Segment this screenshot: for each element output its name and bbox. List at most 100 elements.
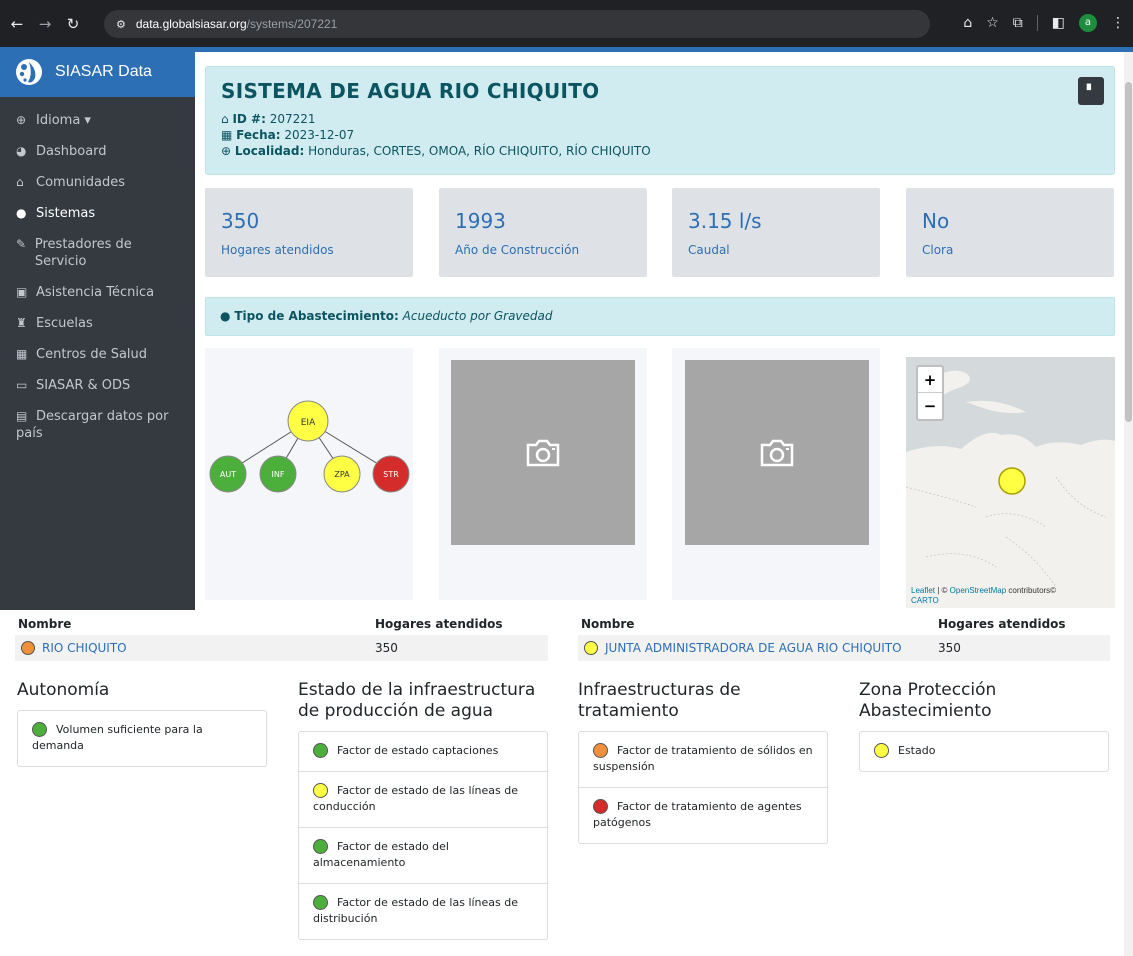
stat-label: Clora bbox=[922, 243, 954, 257]
extensions-icon[interactable]: ⧉ bbox=[1013, 15, 1023, 31]
location-map[interactable]: + − Leaflet | © OpenStreetMap contributo… bbox=[906, 357, 1115, 608]
sidebar-item-label: Comunidades bbox=[36, 175, 126, 190]
status-dot bbox=[32, 721, 47, 737]
reload-icon[interactable]: ↻ bbox=[62, 15, 84, 33]
brand[interactable]: SIASAR Data bbox=[0, 47, 195, 97]
hogares-value: 350 bbox=[375, 641, 398, 655]
svg-text:STR: STR bbox=[383, 470, 399, 479]
address-bar[interactable]: ⚙ data.globalsiasar.org/systems/207221 bbox=[104, 10, 930, 38]
sidebar-item-sistemas[interactable]: ● Sistemas bbox=[0, 198, 195, 229]
tree-node-aut[interactable]: AUT bbox=[209, 455, 247, 493]
map-zoom-control: + − bbox=[916, 365, 944, 421]
status-dot bbox=[313, 782, 328, 798]
leaflet-link[interactable]: Leaflet bbox=[911, 586, 935, 595]
column-header-hogares: Hogares atendidos bbox=[938, 617, 1066, 631]
forward-arrow-icon[interactable]: → bbox=[34, 15, 56, 33]
indicator-item: Estado bbox=[860, 732, 1108, 771]
sidebar-item-descargar[interactable]: ▤ Descargar datos por país bbox=[0, 401, 195, 449]
sidebar-item-label: Centros de Salud bbox=[36, 347, 148, 362]
indicator-title: Estado de la infraestructura de producci… bbox=[298, 680, 536, 721]
sidebar-item-label: Prestadores de Servicio bbox=[34, 237, 132, 269]
back-arrow-icon[interactable]: ← bbox=[6, 15, 28, 33]
kebab-menu-icon[interactable]: ⋮ bbox=[1111, 15, 1125, 31]
system-location: ⊕ Localidad: Honduras, CORTES, OMOA, RÍO… bbox=[221, 144, 651, 158]
url-host: data.globalsiasar.org bbox=[135, 17, 247, 31]
map-attribution: Leaflet | © OpenStreetMap contributors© … bbox=[911, 586, 1057, 605]
stat-ano-construccion: 1993 Año de Construcción bbox=[439, 188, 647, 277]
indicator-title: Autonomía bbox=[17, 680, 110, 700]
photo-placeholder[interactable] bbox=[451, 360, 635, 545]
stat-value: 3.15 l/s bbox=[688, 209, 762, 233]
column-header-hogares: Hogares atendidos bbox=[375, 617, 503, 631]
stat-value: 350 bbox=[221, 209, 260, 233]
sidebar-item-escuelas[interactable]: ♜ Escuelas bbox=[0, 308, 195, 339]
siasar-logo-icon bbox=[16, 59, 42, 85]
indicator-list: Estado bbox=[859, 731, 1109, 772]
site-info-icon[interactable]: ⚙ bbox=[116, 18, 126, 31]
page-scrollbar[interactable] bbox=[1124, 52, 1133, 956]
zoom-out-button[interactable]: − bbox=[918, 393, 942, 419]
profile-avatar[interactable]: a bbox=[1079, 14, 1097, 32]
tree-node-inf[interactable]: INF bbox=[259, 455, 297, 493]
pdf-icon: ▘ bbox=[1086, 84, 1096, 97]
stat-clora: No Clora bbox=[906, 188, 1114, 277]
sidebar-item-label: SIASAR & ODS bbox=[36, 378, 131, 393]
hospital-icon: ▦ bbox=[16, 347, 28, 361]
status-dot bbox=[313, 838, 328, 854]
map-marker[interactable] bbox=[998, 467, 1026, 495]
zoom-in-button[interactable]: + bbox=[918, 367, 942, 393]
sidebar-item-comunidades[interactable]: ⌂ Comunidades bbox=[0, 167, 195, 198]
svg-text:ZPA: ZPA bbox=[334, 470, 350, 479]
indicator-tratamiento: Infraestructuras de tratamiento Factor d… bbox=[578, 680, 828, 844]
indicator-list: Volumen suficiente para la demanda bbox=[17, 710, 267, 767]
monitor-icon: ▭ bbox=[16, 378, 28, 392]
globe-icon: ⊕ bbox=[221, 144, 235, 158]
scrollbar-thumb[interactable] bbox=[1125, 82, 1132, 422]
status-dot bbox=[584, 641, 598, 656]
status-dot bbox=[874, 742, 889, 758]
sidebar-item-prestadores[interactable]: ✎ Prestadores de Servicio bbox=[0, 229, 195, 277]
sidebar: SIASAR Data ⊕ Idioma ▾ ◕ Dashboard ⌂ Comuni… bbox=[0, 47, 195, 610]
brand-name: SIASAR Data bbox=[55, 63, 152, 80]
indicator-item: Factor de estado captaciones bbox=[299, 732, 547, 772]
indicator-item: Factor de estado de las líneas de conduc… bbox=[299, 772, 547, 828]
indicator-item: Factor de estado del almacenamiento bbox=[299, 828, 547, 884]
indicator-item: Factor de estado de las líneas de distri… bbox=[313, 894, 519, 925]
sidepanel-icon[interactable]: ◧ bbox=[1052, 15, 1065, 31]
svg-text:INF: INF bbox=[272, 470, 285, 479]
wrench-icon: ✎ bbox=[16, 237, 27, 251]
sidebar-item-dashboard[interactable]: ◕ Dashboard bbox=[0, 136, 195, 167]
providers-table: Nombre Hogares atendidos JUNTA ADMINISTR… bbox=[578, 613, 1110, 661]
provider-link[interactable]: JUNTA ADMINISTRADORA DE AGUA RIO CHIQUIT… bbox=[605, 641, 902, 655]
stat-label: Hogares atendidos bbox=[221, 243, 334, 257]
status-dot bbox=[313, 742, 328, 758]
indicator-autonomia: Autonomía Volumen suficiente para la dem… bbox=[17, 680, 267, 767]
photo-placeholder[interactable] bbox=[685, 360, 869, 545]
pdf-download-button[interactable]: ▘ bbox=[1078, 77, 1104, 105]
community-link[interactable]: RIO CHIQUITO bbox=[42, 641, 127, 655]
table-header: Nombre Hogares atendidos bbox=[578, 613, 1110, 635]
sidebar-item-ods[interactable]: ▭ SIASAR & ODS bbox=[0, 370, 195, 401]
sidebar-item-asistencia[interactable]: ▣ Asistencia Técnica bbox=[0, 277, 195, 308]
osm-link[interactable]: OpenStreetMap bbox=[950, 586, 1006, 595]
bookmark-star-icon[interactable]: ☆ bbox=[986, 15, 999, 31]
communities-table: Nombre Hogares atendidos RIO CHIQUITO 35… bbox=[15, 613, 548, 661]
sidebar-item-centros-salud[interactable]: ▦ Centros de Salud bbox=[0, 339, 195, 370]
sidebar-item-label: Idioma ▾ bbox=[36, 113, 91, 128]
dashboard-icon: ◕ bbox=[16, 144, 27, 158]
tree-node-zpa[interactable]: ZPA bbox=[323, 455, 361, 493]
sidebar-item-label: Escuelas bbox=[36, 316, 93, 331]
camera-icon bbox=[760, 439, 794, 466]
carto-link[interactable]: CARTO bbox=[911, 596, 939, 605]
tree-node-root[interactable]: EIA bbox=[287, 400, 329, 442]
tree-node-str[interactable]: STR bbox=[372, 455, 410, 493]
indicator-tree-panel: EIA AUT INF ZPA STR bbox=[205, 348, 413, 600]
indicator-item: Factor de tratamiento de agentes patógen… bbox=[593, 798, 802, 829]
sidebar-item-label: Asistencia Técnica bbox=[36, 285, 155, 300]
supply-type-banner: ● Tipo de Abastecimiento: Acueducto por … bbox=[205, 297, 1115, 336]
sidebar-item-idioma[interactable]: ⊕ Idioma ▾ bbox=[0, 105, 195, 136]
column-header-nombre: Nombre bbox=[581, 617, 635, 631]
url-path: /systems/207221 bbox=[246, 17, 338, 31]
translate-icon[interactable]: ⌂ bbox=[963, 15, 972, 31]
indicator-list: Factor de estado captaciones Factor de e… bbox=[298, 731, 548, 940]
